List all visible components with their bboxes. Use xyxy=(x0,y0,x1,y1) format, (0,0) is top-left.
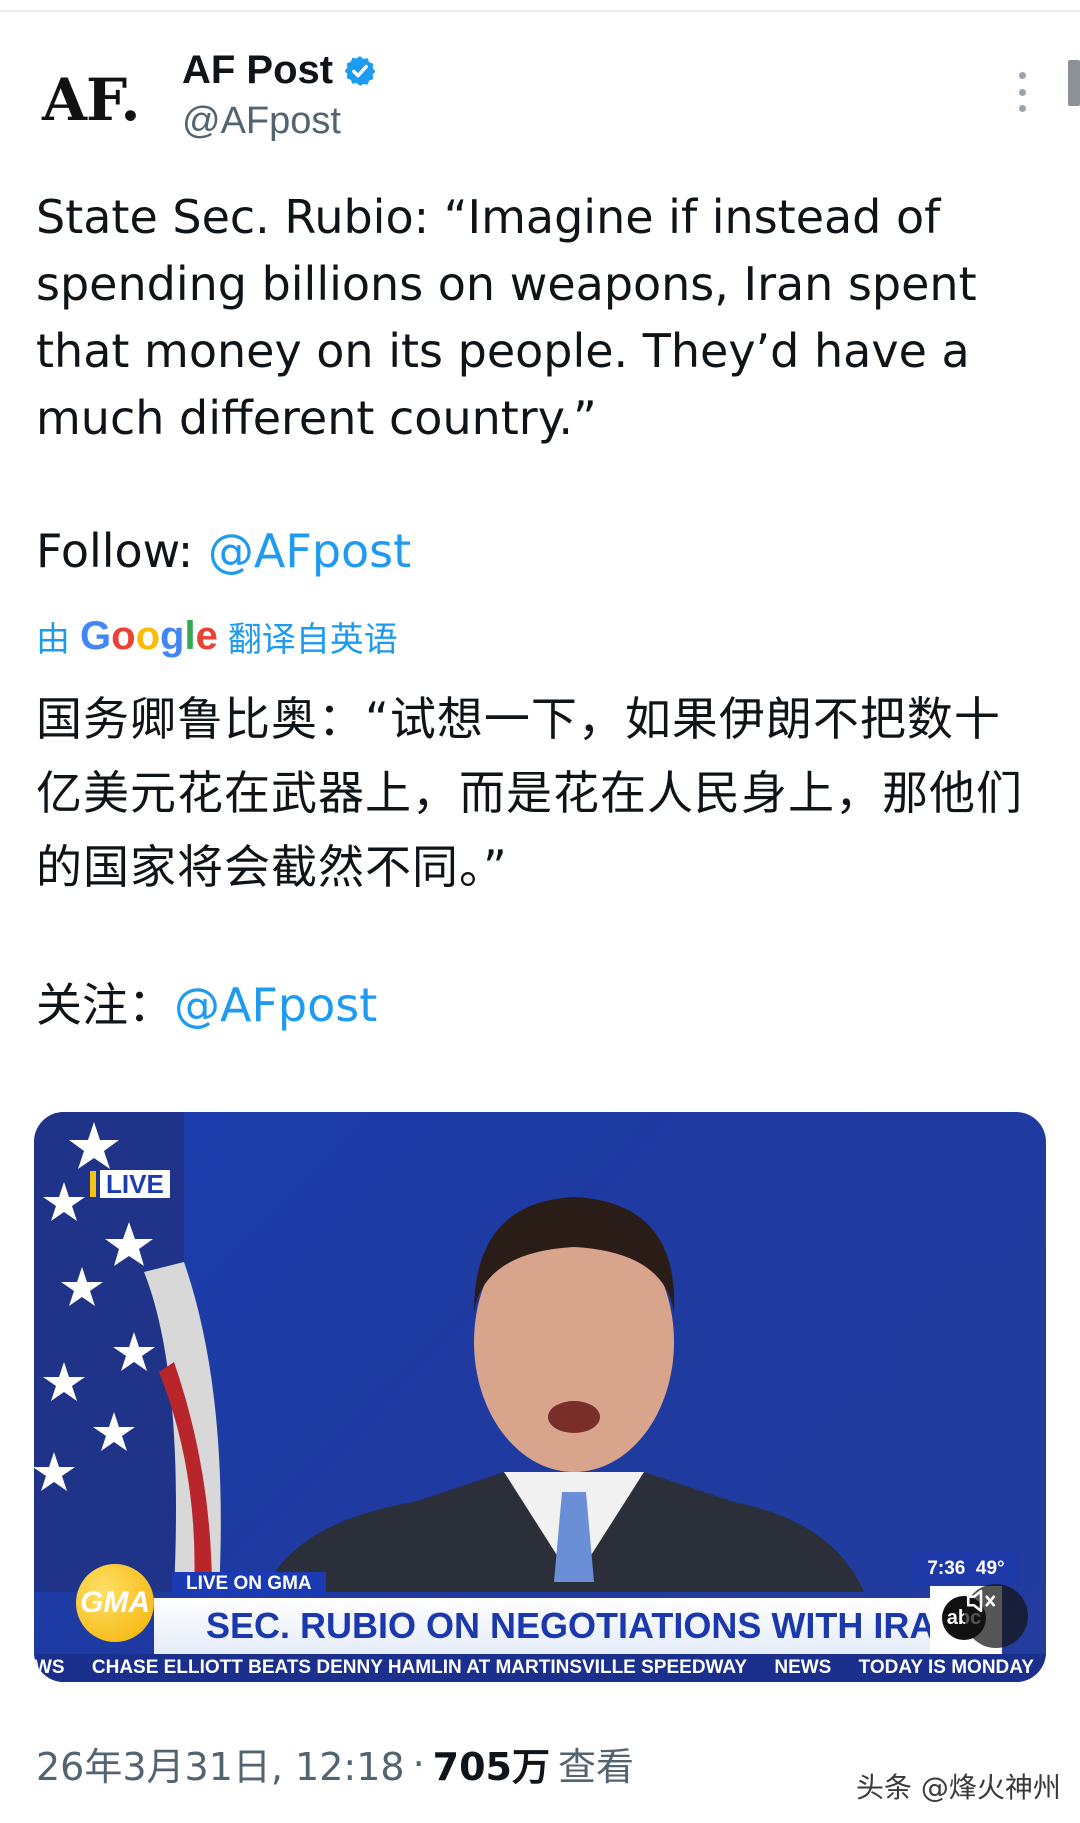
more-options-icon[interactable] xyxy=(1016,72,1028,112)
ticker-item: CHASE ELLIOTT BEATS DENNY HAMLIN AT MART… xyxy=(91,1657,748,1678)
time-temperature: 7:36 49° xyxy=(912,1552,1020,1586)
speaker-muted-icon xyxy=(966,1589,996,1613)
translated-prefix: 由 xyxy=(36,620,70,660)
tweet-text: State Sec. Rubio: “Imagine if instead of… xyxy=(36,190,977,445)
follow-handle-link[interactable]: @AFpost xyxy=(208,524,411,578)
ticker-item: WS xyxy=(34,1657,65,1678)
translated-suffix: 翻译自英语 xyxy=(227,620,398,660)
live-on-gma-label: LIVE ON GMA xyxy=(172,1572,326,1596)
broadcast-time: 7:36 xyxy=(927,1558,966,1579)
avatar[interactable]: AF. xyxy=(42,66,141,134)
mute-button[interactable] xyxy=(964,1584,1028,1648)
verified-badge-icon xyxy=(344,55,376,86)
translated-text: 国务卿鲁比奥：“试想一下，如果伊朗不把数十亿美元花在武器上，而是花在人民身上，那… xyxy=(36,692,1023,894)
tweet-timestamp[interactable]: 26年3月31日, 12:18 xyxy=(36,1736,405,1791)
top-divider xyxy=(0,10,1080,12)
scrollbar[interactable] xyxy=(1068,60,1080,106)
translated-by-google[interactable]: 由 Google 翻译自英语 xyxy=(36,612,398,661)
translated-follow-line: 关注：@AFpost xyxy=(36,970,377,1040)
display-name[interactable]: AF Post xyxy=(182,48,333,93)
author-name-row: AF Post xyxy=(182,48,377,93)
broadcast-headline: SEC. RUBIO ON NEGOTIATIONS WITH IRAN xyxy=(154,1598,944,1654)
meta-separator: · xyxy=(412,1741,425,1786)
news-ticker: WS CHASE ELLIOTT BEATS DENNY HAMLIN AT M… xyxy=(34,1654,1046,1682)
tweet-meta: 26年3月31日, 12:18 · 705万 查看 xyxy=(36,1736,634,1791)
author-handle[interactable]: @AFpost xyxy=(182,100,341,143)
translated-follow-handle-link[interactable]: @AFpost xyxy=(174,978,377,1032)
google-logo: Google xyxy=(80,614,218,658)
live-label: LIVE xyxy=(100,1170,170,1198)
live-badge: LIVE xyxy=(90,1170,170,1198)
broadcast-temperature: 49° xyxy=(975,1558,1005,1579)
translated-follow-label: 关注： xyxy=(36,978,174,1032)
watermark: 头条 @烽火神州 xyxy=(856,1771,1061,1804)
ticker-item: TODAY IS MONDAY xyxy=(858,1657,1034,1678)
ticker-item: NEWS xyxy=(774,1657,832,1678)
video-frame xyxy=(34,1112,864,1592)
follow-line: Follow: @AFpost xyxy=(36,518,411,585)
views-count: 705万 xyxy=(432,1745,550,1789)
follow-label: Follow: xyxy=(36,524,208,578)
views-label: 查看 xyxy=(557,1745,634,1789)
video-player[interactable]: LIVE LIVE ON GMA SEC. RUBIO ON NEGOTIATI… xyxy=(34,1112,1046,1682)
gma-logo: GMA xyxy=(76,1564,154,1642)
